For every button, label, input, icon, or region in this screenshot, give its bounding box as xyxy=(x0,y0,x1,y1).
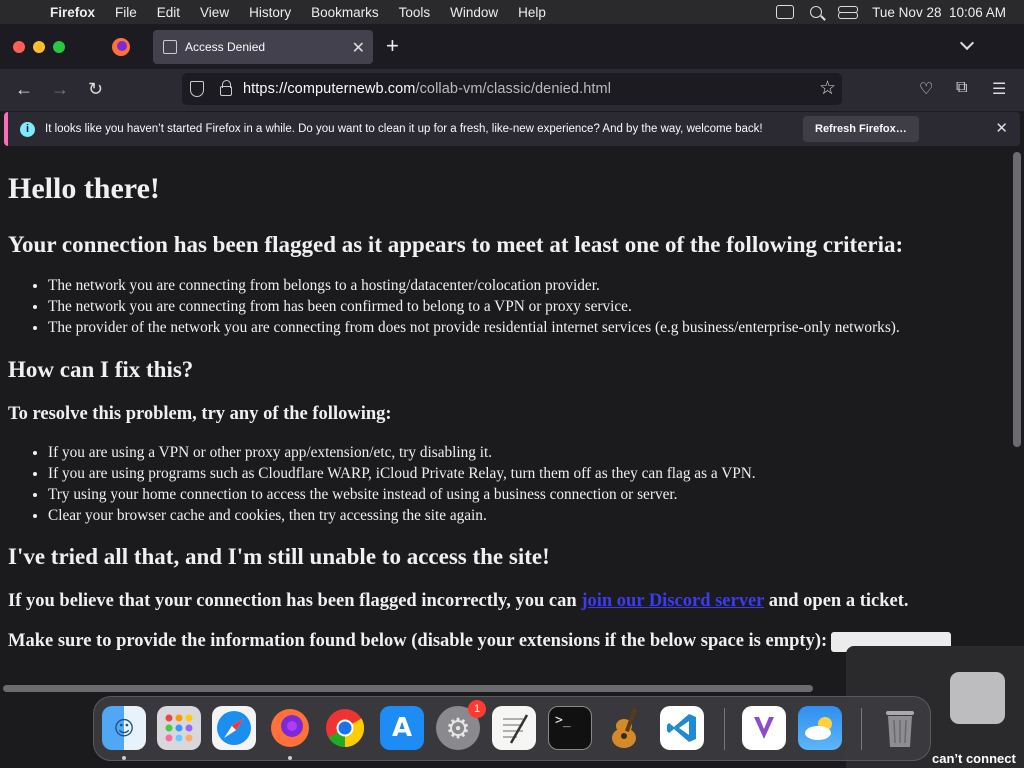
extensions-icon[interactable]: ⧉ xyxy=(956,79,967,97)
tab-access-denied[interactable]: Access Denied ✕ xyxy=(153,30,373,64)
menu-tools[interactable]: Tools xyxy=(399,5,431,20)
refresh-firefox-button[interactable]: Refresh Firefox… xyxy=(803,116,919,142)
forward-button[interactable]: → xyxy=(51,79,69,100)
control-center-icon[interactable] xyxy=(838,5,859,19)
url-text[interactable]: https://computernewb.com/collab-vm/class… xyxy=(243,81,611,97)
menu-window[interactable]: Window xyxy=(450,5,498,20)
menu-edit[interactable]: Edit xyxy=(157,5,180,20)
info-icon: i xyxy=(20,121,35,137)
app-store-icon[interactable]: A xyxy=(380,706,424,750)
tracking-protection-shield-icon[interactable] xyxy=(190,81,204,97)
dock-separator xyxy=(861,708,862,750)
list-item: The network you are connecting from belo… xyxy=(48,275,1010,296)
trash-icon[interactable] xyxy=(878,706,922,750)
window-zoom-button[interactable] xyxy=(53,41,65,53)
vm-connection-status: can’t connect xyxy=(932,751,1016,766)
list-item: The network you are connecting from has … xyxy=(48,296,1010,317)
notification-close-icon[interactable]: ✕ xyxy=(995,119,1008,137)
list-all-tabs-chevron-icon[interactable] xyxy=(959,35,975,51)
criteria-list: The network you are connecting from belo… xyxy=(48,275,1010,338)
refresh-firefox-notification: i It looks like you haven’t started Fire… xyxy=(4,112,1020,146)
page-content: Hello there! Your connection has been fl… xyxy=(0,150,1010,682)
macos-menubar: Firefox File Edit View History Bookmarks… xyxy=(0,0,1024,24)
pocket-icon[interactable]: ♡ xyxy=(919,79,933,99)
menu-file[interactable]: File xyxy=(115,5,137,20)
firefox-view-icon[interactable] xyxy=(110,36,132,58)
firefox-dock-icon[interactable] xyxy=(268,706,312,750)
navigation-toolbar: ← → ↻ https://computernewb.com/collab-vm… xyxy=(0,69,1024,111)
list-item: The provider of the network you are conn… xyxy=(48,317,1010,338)
window-close-button[interactable] xyxy=(13,41,25,53)
macos-dock: ☺ A ⚙ 1 >_ xyxy=(93,696,931,761)
tab-strip: Access Denied ✕ + xyxy=(0,24,1024,69)
list-item: If you are using a VPN or other proxy ap… xyxy=(48,442,1010,463)
safari-icon[interactable] xyxy=(212,706,256,750)
app-menu-icon[interactable]: ☰ xyxy=(992,79,1006,99)
system-settings-icon[interactable]: ⚙ 1 xyxy=(436,700,486,750)
finder-icon[interactable]: ☺ xyxy=(102,706,146,750)
new-tab-button[interactable]: + xyxy=(386,33,399,59)
site-lock-icon[interactable] xyxy=(220,80,232,96)
list-item: If you are using programs such as Cloudf… xyxy=(48,463,1010,484)
fix-list: If you are using a VPN or other proxy ap… xyxy=(48,442,1010,526)
resolve-heading: To resolve this problem, try any of the … xyxy=(8,404,392,424)
back-button[interactable]: ← xyxy=(15,79,33,100)
discord-server-link[interactable]: join our Discord server xyxy=(581,591,764,611)
tried-heading: I've tried all that, and I'm still unabl… xyxy=(8,544,550,569)
notification-text: It looks like you haven’t started Firefo… xyxy=(45,123,763,135)
page-heading: Hello there! xyxy=(8,172,160,205)
running-indicator xyxy=(122,756,126,760)
horizontal-scrollbar[interactable] xyxy=(3,685,813,692)
menu-bookmarks[interactable]: Bookmarks xyxy=(311,5,379,20)
list-item: Clear your browser cache and cookies, th… xyxy=(48,505,1010,526)
visual-studio-icon[interactable] xyxy=(742,706,786,750)
weather-icon[interactable] xyxy=(798,706,842,750)
menu-help[interactable]: Help xyxy=(518,5,546,20)
url-bar[interactable]: https://computernewb.com/collab-vm/class… xyxy=(182,73,842,105)
chrome-icon[interactable] xyxy=(323,706,367,750)
page-favicon-icon xyxy=(163,40,177,54)
list-item: Try using your home connection to access… xyxy=(48,484,1010,505)
flagged-heading: Your connection has been flagged as it a… xyxy=(8,232,904,257)
menu-app-name[interactable]: Firefox xyxy=(50,5,95,20)
flag-paragraph: If you believe that your connection has … xyxy=(8,591,909,611)
apple-logo-icon xyxy=(950,672,1005,724)
bookmark-star-icon[interactable]: ☆ xyxy=(819,77,836,100)
tab-close-icon[interactable]: ✕ xyxy=(352,38,365,58)
window-minimize-button[interactable] xyxy=(33,41,45,53)
screen-mirroring-icon[interactable] xyxy=(776,5,795,19)
menu-history[interactable]: History xyxy=(249,5,291,20)
menubar-clock[interactable]: Tue Nov 28 10:06 AM xyxy=(872,5,1006,20)
menu-view[interactable]: View xyxy=(200,5,229,20)
dock-separator xyxy=(724,708,725,750)
vscode-icon[interactable] xyxy=(660,706,704,750)
spotlight-search-icon[interactable] xyxy=(810,6,823,18)
notification-badge: 1 xyxy=(468,700,486,718)
vertical-scrollbar[interactable] xyxy=(1013,152,1021,447)
reload-button[interactable]: ↻ xyxy=(88,79,103,100)
textedit-icon[interactable] xyxy=(492,706,536,750)
launchpad-icon[interactable] xyxy=(157,706,201,750)
tab-title: Access Denied xyxy=(185,40,266,54)
running-indicator xyxy=(288,756,292,760)
terminal-icon[interactable]: >_ xyxy=(548,706,592,750)
fix-heading: How can I fix this? xyxy=(8,357,194,382)
garageband-icon[interactable] xyxy=(604,706,648,750)
